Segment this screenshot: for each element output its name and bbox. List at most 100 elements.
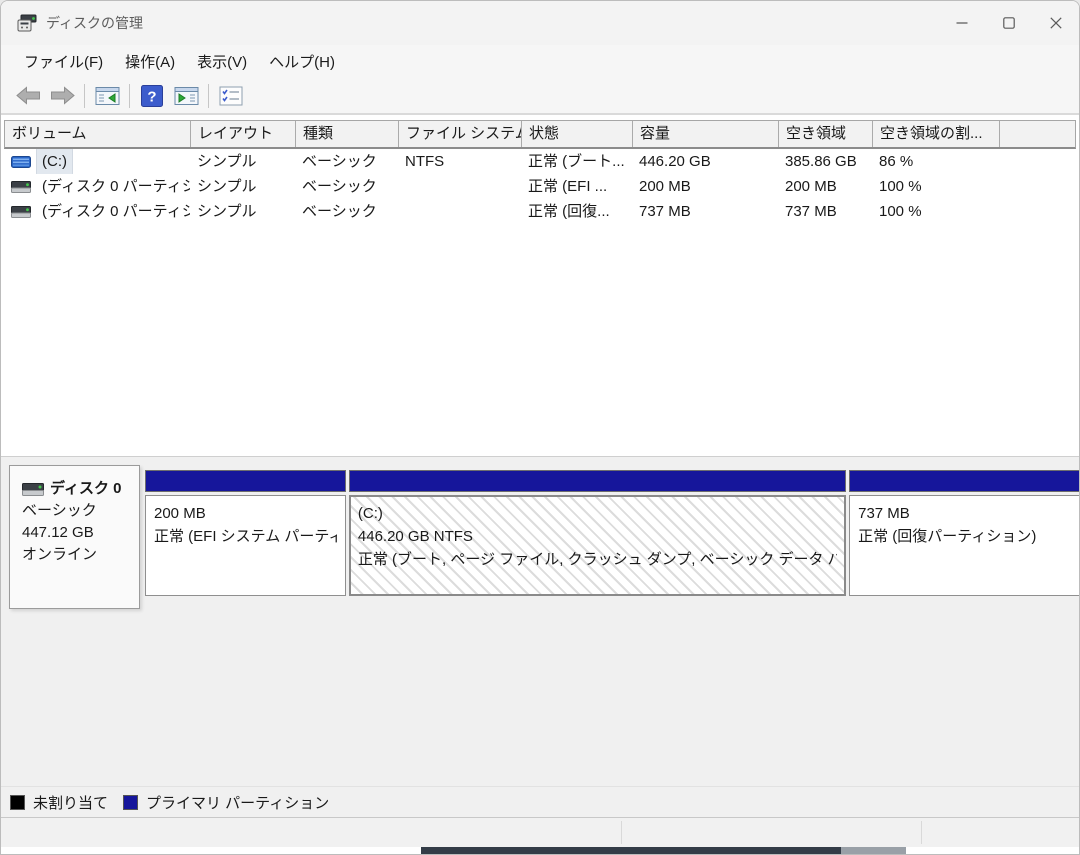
- cell-volume[interactable]: (ディスク 0 パーティシ...: [4, 174, 190, 199]
- cell-capacity: 200 MB: [632, 174, 778, 199]
- partition-size: 200 MB: [154, 502, 337, 525]
- taskbar-edge: [421, 847, 841, 854]
- unallocated-swatch: [10, 795, 25, 810]
- cell-layout: シンプル: [190, 199, 295, 224]
- partition-status: 正常 (回復パーティション): [858, 525, 1080, 548]
- legend-bar: 未割り当て プライマリ パーティション: [1, 786, 1079, 817]
- back-button[interactable]: [11, 81, 45, 111]
- primary-partition-swatch: [123, 795, 138, 810]
- cell-volume[interactable]: (C:): [4, 149, 190, 174]
- volume-name[interactable]: (ディスク 0 パーティシ...: [37, 199, 190, 224]
- list-options-icon: [219, 86, 243, 106]
- cell-status: 正常 (ブート...: [521, 149, 632, 174]
- action-pane-icon: [174, 86, 199, 106]
- volume-name[interactable]: (ディスク 0 パーティシ...: [37, 174, 190, 199]
- cell-status: 正常 (回復...: [521, 199, 632, 224]
- partition-strip: 200 MB 正常 (EFI システム パーティ (C:) 446.20 GB …: [145, 465, 1080, 609]
- column-header-capacity[interactable]: 容量: [633, 121, 779, 147]
- menu-help[interactable]: ヘルプ(H): [258, 47, 346, 76]
- window-controls: [938, 1, 1079, 45]
- cell-capacity: 737 MB: [632, 199, 778, 224]
- menu-file[interactable]: ファイル(F): [13, 47, 114, 76]
- window-title: ディスクの管理: [46, 13, 143, 33]
- partition-status: 正常 (EFI システム パーティ: [154, 525, 337, 548]
- cell-layout: シンプル: [190, 174, 295, 199]
- cell-free-percent: 86 %: [872, 149, 999, 174]
- toolbar-separator: [129, 84, 130, 108]
- help-icon: ?: [141, 85, 163, 107]
- cell-filesystem: [398, 174, 521, 199]
- menu-bar: ファイル(F) 操作(A) 表示(V) ヘルプ(H): [1, 45, 1079, 78]
- disk-0-band: ディスク 0 ベーシック 447.12 GB オンライン 200 MB 正常 (…: [9, 465, 1072, 609]
- cell-type: ベーシック: [295, 149, 398, 174]
- svg-text:?: ?: [147, 88, 156, 105]
- column-header-status[interactable]: 状態: [522, 121, 633, 147]
- console-tree-icon: [95, 86, 120, 106]
- menu-action[interactable]: 操作(A): [114, 47, 186, 76]
- partition-name: (C:): [358, 502, 837, 525]
- cell-status: 正常 (EFI ...: [521, 174, 632, 199]
- cell-free-space: 385.86 GB: [778, 149, 872, 174]
- table-row[interactable]: (ディスク 0 パーティシ... シンプル ベーシック 正常 (回復... 73…: [4, 199, 1076, 224]
- partition-efi[interactable]: 200 MB 正常 (EFI システム パーティ: [145, 470, 346, 609]
- cell-volume[interactable]: (ディスク 0 パーティシ...: [4, 199, 190, 224]
- column-header-type[interactable]: 種類: [296, 121, 399, 147]
- menu-view[interactable]: 表示(V): [186, 47, 258, 76]
- list-options-button[interactable]: [214, 81, 248, 111]
- disk-name: ディスク 0: [50, 478, 121, 500]
- console-tree-button[interactable]: [90, 81, 124, 111]
- cell-free-percent: 100 %: [872, 199, 999, 224]
- disk-0-info[interactable]: ディスク 0 ベーシック 447.12 GB オンライン: [9, 465, 140, 609]
- volume-name[interactable]: (C:): [37, 149, 72, 174]
- maximize-button[interactable]: [985, 1, 1032, 45]
- status-divider: [921, 821, 922, 844]
- dark-drive-icon: [11, 181, 31, 193]
- cell-type: ベーシック: [295, 199, 398, 224]
- partition-size: 446.20 GB NTFS: [358, 525, 837, 548]
- toolbar-separator: [208, 84, 209, 108]
- table-row[interactable]: (ディスク 0 パーティシ... シンプル ベーシック 正常 (EFI ... …: [4, 174, 1076, 199]
- disk-management-window: ディスクの管理 ファイル(F) 操作(A) 表示(V) ヘルプ(H): [0, 0, 1080, 855]
- column-header-layout[interactable]: レイアウト: [191, 121, 296, 147]
- close-button[interactable]: [1032, 1, 1079, 45]
- column-header-free-percent[interactable]: 空き領域の割...: [873, 121, 1000, 147]
- cell-free-percent: 100 %: [872, 174, 999, 199]
- cell-type: ベーシック: [295, 174, 398, 199]
- title-bar: ディスクの管理: [1, 1, 1079, 45]
- column-header-blank[interactable]: [1000, 121, 1075, 147]
- minimize-button[interactable]: [938, 1, 985, 45]
- dark-drive-icon: [11, 206, 31, 218]
- close-icon: [1050, 17, 1062, 29]
- toolbar-separator: [84, 84, 85, 108]
- toolbar: ?: [1, 78, 1079, 115]
- taskbar-edge: [841, 847, 906, 854]
- partition-header-bar: [349, 470, 846, 492]
- disk-type: ベーシック: [22, 500, 139, 522]
- disk-status: オンライン: [22, 544, 139, 566]
- cell-capacity: 446.20 GB: [632, 149, 778, 174]
- dark-drive-icon: [22, 483, 44, 496]
- column-header-free-space[interactable]: 空き領域: [779, 121, 873, 147]
- table-row[interactable]: (C:) シンプル ベーシック NTFS 正常 (ブート... 446.20 G…: [4, 149, 1076, 174]
- partition-size: 737 MB: [858, 502, 1080, 525]
- disk-management-app-icon: [17, 14, 37, 32]
- partition-c-drive[interactable]: (C:) 446.20 GB NTFS 正常 (ブート, ページ ファイル, ク…: [349, 470, 846, 609]
- primary-partition-label: プライマリ パーティション: [146, 792, 329, 813]
- status-bar: [1, 817, 1079, 847]
- back-arrow-icon: [16, 86, 41, 105]
- partition-recovery[interactable]: 737 MB 正常 (回復パーティション): [849, 470, 1080, 609]
- unallocated-label: 未割り当て: [33, 792, 108, 813]
- volume-list-panel: ボリューム レイアウト 種類 ファイル システム 状態 容量 空き領域 空き領域…: [1, 115, 1079, 456]
- column-header-volume[interactable]: ボリューム: [5, 121, 191, 147]
- maximize-icon: [1003, 17, 1015, 29]
- forward-button[interactable]: [45, 81, 79, 111]
- action-pane-button[interactable]: [169, 81, 203, 111]
- partition-status: 正常 (ブート, ページ ファイル, クラッシュ ダンプ, ベーシック データ …: [358, 548, 837, 571]
- volume-table-header: ボリューム レイアウト 種類 ファイル システム 状態 容量 空き領域 空き領域…: [4, 120, 1076, 149]
- forward-arrow-icon: [50, 86, 75, 105]
- disk-size: 447.12 GB: [22, 522, 139, 544]
- help-button[interactable]: ?: [135, 81, 169, 111]
- cell-free-space: 200 MB: [778, 174, 872, 199]
- blue-drive-icon: [11, 156, 31, 168]
- column-header-filesystem[interactable]: ファイル システム: [399, 121, 522, 147]
